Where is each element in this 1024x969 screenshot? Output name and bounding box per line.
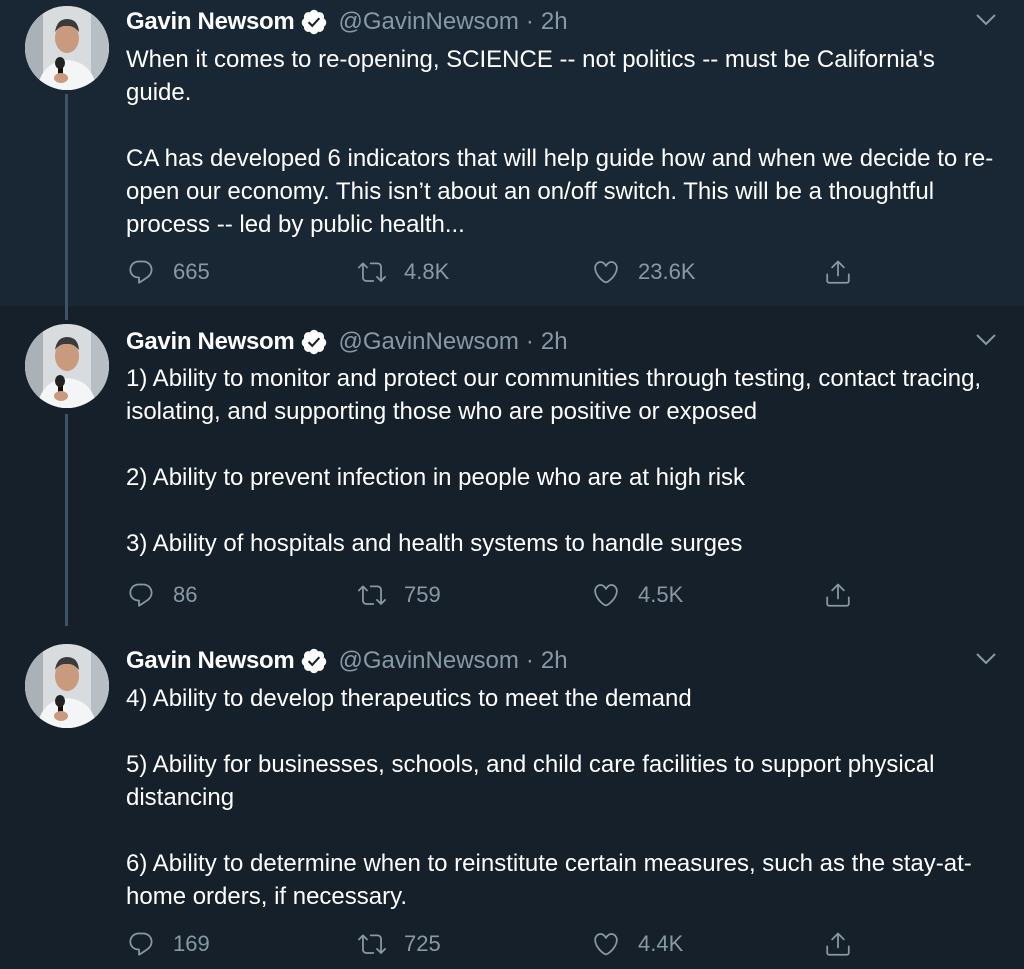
- reply-icon: [129, 260, 153, 284]
- separator-dot: ·: [525, 328, 534, 355]
- tweet-timestamp[interactable]: 2h: [541, 647, 568, 675]
- retweet-count: 725: [404, 931, 441, 956]
- author-handle[interactable]: @GavinNewsom: [338, 647, 518, 675]
- reply-button[interactable]: 169: [127, 927, 210, 961]
- tweet[interactable]: Gavin Newsom @GavinNewsom · 2h 1) Abilit…: [0, 306, 1024, 626]
- tweet-header: Gavin Newsom @GavinNewsom · 2h: [126, 645, 568, 677]
- like-count: 4.4K: [638, 931, 684, 956]
- tweet-paragraph: 2) Ability to prevent infection in peopl…: [126, 464, 746, 491]
- separator-dot: ·: [525, 647, 534, 674]
- avatar[interactable]: [25, 644, 109, 728]
- tweet-paragraph: 6) Ability to determine when to reinstit…: [126, 850, 972, 910]
- author-handle[interactable]: @GavinNewsom: [338, 328, 518, 356]
- action-bar: 86 759 4.5K: [0, 578, 1024, 612]
- reply-icon: [129, 932, 153, 956]
- tweet-paragraph: CA has developed 6 indicators that will …: [126, 145, 994, 238]
- author-handle[interactable]: @GavinNewsom: [338, 8, 518, 36]
- tweet[interactable]: Gavin Newsom @GavinNewsom · 2h When it c…: [0, 0, 1024, 306]
- action-bar: 665 4.8K 23.6K: [0, 255, 1024, 289]
- separator-dot: ·: [525, 8, 534, 35]
- tweet-text: 4) Ability to develop therapeutics to me…: [126, 682, 1004, 913]
- like-button[interactable]: 23.6K: [592, 255, 696, 289]
- retweet-icon: [358, 934, 386, 954]
- chevron-down-icon[interactable]: [974, 649, 998, 669]
- reply-icon: [129, 583, 153, 607]
- like-button[interactable]: 4.4K: [592, 927, 683, 961]
- author-name[interactable]: Gavin Newsom: [126, 8, 295, 36]
- tweet-paragraph: 4) Ability to develop therapeutics to me…: [126, 685, 692, 712]
- verified-badge-icon: [302, 648, 327, 674]
- share-icon: [826, 932, 850, 956]
- share-icon: [826, 583, 850, 607]
- tweet[interactable]: Gavin Newsom @GavinNewsom · 2h 4) Abilit…: [0, 626, 1024, 969]
- retweet-button[interactable]: 725: [358, 927, 441, 961]
- tweet-header: Gavin Newsom @GavinNewsom · 2h: [126, 6, 568, 38]
- tweet-text: 1) Ability to monitor and protect our co…: [126, 362, 1004, 560]
- like-count: 4.5K: [638, 582, 684, 607]
- retweet-button[interactable]: 759: [358, 578, 441, 612]
- reply-button[interactable]: 86: [127, 578, 197, 612]
- like-button[interactable]: 4.5K: [592, 578, 683, 612]
- retweet-icon: [358, 585, 386, 605]
- retweet-button[interactable]: 4.8K: [358, 255, 449, 289]
- action-bar: 169 725 4.4K: [0, 927, 1024, 961]
- tweet-paragraph: 1) Ability to monitor and protect our co…: [126, 365, 982, 425]
- share-button[interactable]: [824, 927, 852, 961]
- tweet-header: Gavin Newsom @GavinNewsom · 2h: [126, 326, 568, 358]
- retweet-icon: [358, 262, 386, 282]
- avatar[interactable]: [25, 324, 109, 408]
- share-button[interactable]: [824, 255, 852, 289]
- share-icon: [826, 260, 850, 284]
- retweet-count: 4.8K: [404, 259, 450, 284]
- author-name[interactable]: Gavin Newsom: [126, 328, 295, 356]
- author-name[interactable]: Gavin Newsom: [126, 647, 295, 675]
- retweet-count: 759: [404, 582, 441, 607]
- verified-badge-icon: [302, 329, 327, 355]
- share-button[interactable]: [824, 578, 852, 612]
- tweet-timestamp[interactable]: 2h: [541, 328, 568, 356]
- reply-button[interactable]: 665: [127, 255, 210, 289]
- chevron-down-icon[interactable]: [974, 330, 998, 350]
- avatar[interactable]: [25, 6, 109, 90]
- like-icon: [594, 933, 618, 956]
- like-icon: [594, 584, 618, 607]
- tweet-text: When it comes to re-opening, SCIENCE -- …: [126, 43, 1004, 241]
- like-count: 23.6K: [638, 259, 696, 284]
- thread-line: [65, 306, 68, 320]
- reply-count: 169: [173, 931, 210, 956]
- tweet-paragraph: 5) Ability for businesses, schools, and …: [126, 751, 935, 811]
- tweet-paragraph: 3) Ability of hospitals and health syste…: [126, 530, 743, 557]
- like-icon: [594, 261, 618, 284]
- tweet-paragraph: When it comes to re-opening, SCIENCE -- …: [126, 46, 935, 106]
- reply-count: 86: [173, 582, 198, 607]
- verified-badge-icon: [302, 9, 327, 35]
- reply-count: 665: [173, 259, 210, 284]
- tweet-timestamp[interactable]: 2h: [541, 8, 568, 36]
- chevron-down-icon[interactable]: [974, 10, 998, 30]
